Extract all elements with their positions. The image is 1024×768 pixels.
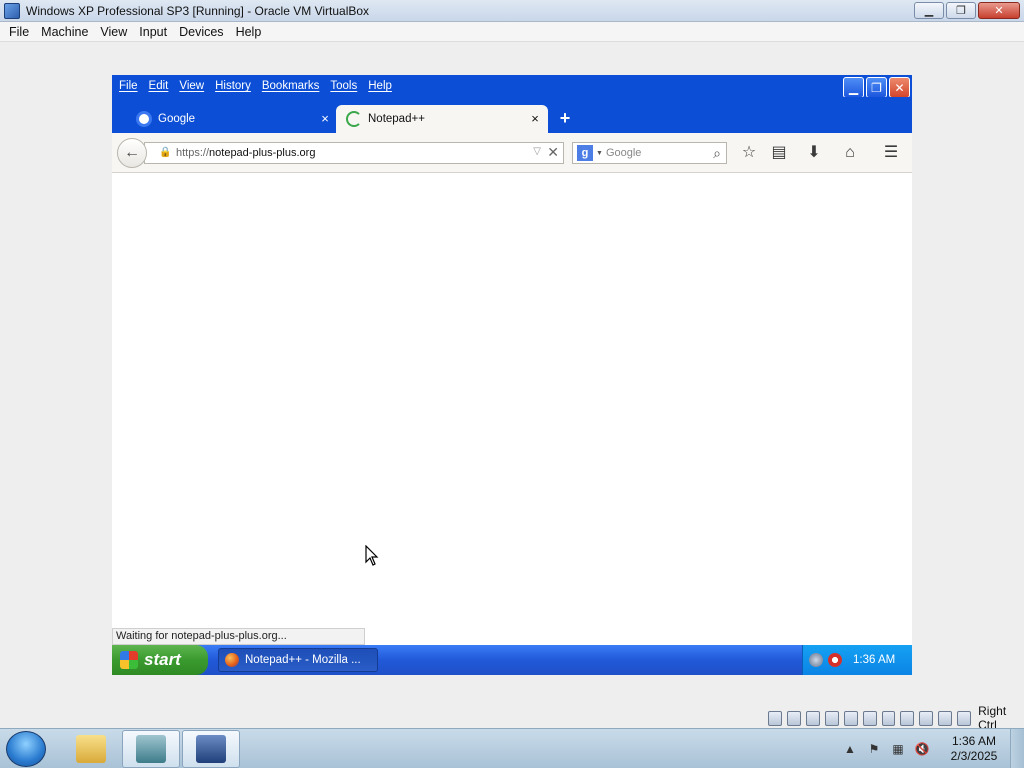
display-icon[interactable] [881,710,896,726]
loading-spinner-icon [346,111,362,127]
tab-close-icon[interactable]: × [528,112,542,126]
minimize-button[interactable]: ▁ [914,2,944,19]
status-bar: Waiting for notepad-plus-plus.org... [112,628,365,645]
menu-file[interactable]: File [4,25,34,39]
menu-input[interactable]: Input [134,25,172,39]
tab-label: Notepad++ [368,113,425,125]
firefox-menubar: File Edit View History Bookmarks Tools H… [112,75,912,98]
show-desktop-button[interactable] [1010,729,1024,768]
host-system-tray: ▲ ⚑ ▦ 🔇 [842,729,930,768]
virtualbox-status-bar: Right Ctrl [768,704,1024,732]
google-favicon-icon [136,111,152,127]
url-dropdown-icon[interactable]: ▽ [533,146,541,157]
shared-folders-icon[interactable] [862,710,877,726]
xp-clock: 1:36 AM [853,654,896,666]
xp-taskbar: start Notepad++ - Mozilla ... 1:36 AM [112,645,912,675]
virtualbox-icon [196,735,226,763]
clock-date: 2/3/2025 [950,749,998,763]
folder-icon [76,735,106,763]
menu-help[interactable]: Help [231,25,267,39]
ff-minimize-button[interactable]: ▁ [843,77,864,98]
ff-menu-history[interactable]: History [211,80,255,92]
new-tab-button[interactable]: + [556,109,574,127]
lock-icon: 🔒 [159,147,172,158]
hard-disk-icon[interactable] [768,710,782,726]
bookmark-star-icon[interactable]: ☆ [738,143,760,163]
hamburger-menu-icon[interactable]: ☰ [880,143,902,163]
back-button[interactable]: ← [117,138,147,168]
search-placeholder: Google [605,147,642,159]
keyboard-icon[interactable] [957,710,972,726]
video-capture-icon[interactable] [900,710,915,726]
virtualbox-app-icon [4,3,20,19]
home-icon[interactable]: ⌂ [839,143,861,163]
ff-restore-button[interactable]: ❐ [866,77,887,98]
screen: Windows XP Professional SP3 [Running] - … [0,0,1024,768]
guest-screen: File Edit View History Bookmarks Tools H… [112,75,912,675]
optical-drive-icon[interactable] [786,710,801,726]
page-content[interactable] [112,173,912,645]
host-clock[interactable]: 1:36 AM 2/3/2025 [944,734,1004,764]
downloads-icon[interactable]: ⬇ [803,143,825,163]
network-icon[interactable] [824,710,839,726]
search-icon[interactable]: ⌕ [713,145,721,162]
stop-loading-icon[interactable]: ✕ [547,144,559,161]
tab-label: Google [158,113,196,125]
menu-devices[interactable]: Devices [174,25,228,39]
usb-icon[interactable] [843,710,858,726]
menu-view[interactable]: View [95,25,132,39]
search-bar[interactable]: g ▼ Google ⌕ [572,142,727,164]
url-host: notepad-plus-plus.org [209,147,316,159]
tab-notepadpp[interactable]: Notepad++ × [336,105,548,133]
virtualbox-titlebar: Windows XP Professional SP3 [Running] - … [0,0,1024,22]
volume-muted-icon[interactable]: 🔇 [914,741,930,757]
dragon-icon [136,735,166,763]
kali-app-pinned-icon[interactable] [122,730,180,768]
google-search-engine-icon[interactable]: g [577,145,593,161]
security-alert-icon[interactable] [828,653,842,667]
tab-google[interactable]: Google × [130,105,338,133]
taskbar-item-firefox[interactable]: Notepad++ - Mozilla ... [218,648,378,672]
firefox-window-controls: ▁ ❐ ✕ [843,77,910,98]
ff-menu-bookmarks[interactable]: Bookmarks [258,80,324,92]
host-taskbar: ▲ ⚑ ▦ 🔇 1:36 AM 2/3/2025 [0,728,1024,768]
mouse-integration-icon[interactable] [938,710,953,726]
ff-menu-file[interactable]: File [115,80,142,92]
ff-menu-tools[interactable]: Tools [326,80,361,92]
task-label: Notepad++ - Mozilla ... [245,654,361,666]
ff-menu-edit[interactable]: Edit [145,80,173,92]
menu-machine[interactable]: Machine [36,25,93,39]
window-controls: ▁ ❐ ✕ [914,2,1020,19]
url-protocol: https:// [176,147,210,159]
virtualization-icon[interactable] [919,710,934,726]
ff-close-button[interactable]: ✕ [889,77,910,98]
close-button[interactable]: ✕ [978,2,1020,19]
url-bar[interactable]: 🔒 https:// notepad-plus-plus.org ▽ ✕ [144,142,564,164]
firefox-navbar: 🔒 https:// notepad-plus-plus.org ▽ ✕ ← g… [112,133,912,173]
windows-start-orb-icon[interactable] [6,731,46,767]
explorer-pinned-icon[interactable] [62,730,120,768]
ff-menu-view[interactable]: View [175,80,208,92]
clock-time: 1:36 AM [951,734,997,748]
engine-dropdown-icon[interactable]: ▼ [596,150,603,157]
start-label: start [144,650,181,669]
action-center-flag-icon[interactable]: ⚑ [866,741,882,757]
ff-menu-help[interactable]: Help [364,80,396,92]
firefox-tabbar: Google × Notepad++ × + [112,97,912,133]
virtualbox-pinned-icon[interactable] [182,730,240,768]
start-button[interactable]: start [112,645,208,675]
tab-close-icon[interactable]: × [318,112,332,126]
show-hidden-icons-icon[interactable]: ▲ [842,741,858,757]
windows-flag-icon [120,651,138,669]
window-title: Windows XP Professional SP3 [Running] - … [26,4,370,18]
steam-tray-icon[interactable] [809,653,823,667]
bookmarks-menu-icon[interactable]: ▤ [768,143,790,163]
xp-system-tray: 1:36 AM [802,645,912,675]
audio-icon[interactable] [805,710,820,726]
network-tray-icon[interactable]: ▦ [890,741,906,757]
firefox-icon [225,653,239,667]
restore-button[interactable]: ❐ [946,2,976,19]
virtualbox-menubar: File Machine View Input Devices Help [0,22,1024,42]
